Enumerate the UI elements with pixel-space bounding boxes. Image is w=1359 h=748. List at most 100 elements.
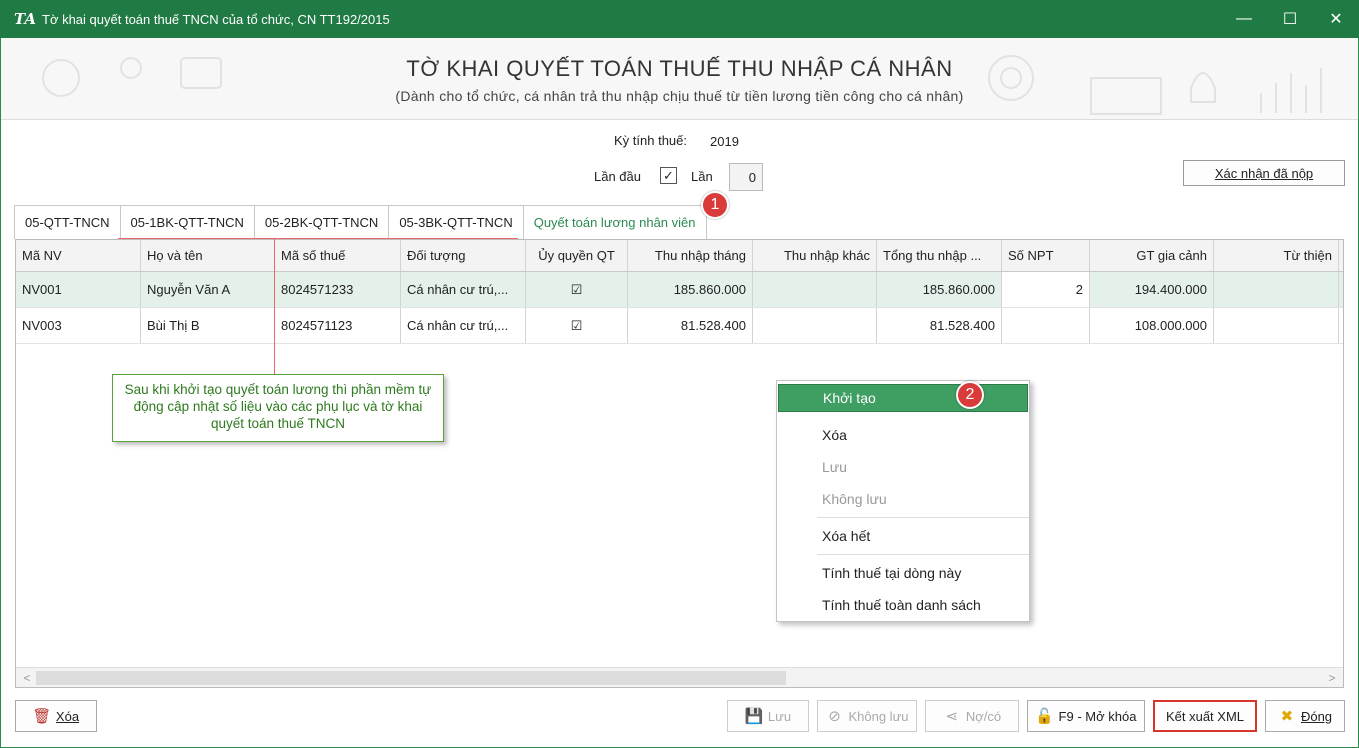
col-tu-thien[interactable]: Từ thiện (1214, 240, 1339, 271)
minimize-button[interactable]: — (1221, 0, 1267, 38)
page-title: TỜ KHAI QUYẾT TOÁN THUẾ THU NHẬP CÁ NHÂN (406, 56, 953, 81)
step-badge-2: 2 (956, 381, 984, 409)
export-xml-button[interactable]: Kết xuất XML (1153, 700, 1257, 732)
window-title: Tờ khai quyết toán thuế TNCN của tổ chức… (42, 11, 390, 27)
page-subtitle: (Dành cho tổ chức, cá nhân trả thu nhập … (395, 88, 964, 104)
cell-mst: 8024571233 (275, 272, 401, 307)
col-ho-ten[interactable]: Họ và tên (141, 240, 275, 271)
cell-gt-gia-canh: 194.400.000 (1090, 272, 1214, 307)
col-mst[interactable]: Mã số thuế (275, 240, 401, 271)
first-time-checkbox[interactable]: ✓ (660, 167, 677, 184)
cell-tu-thien (1214, 308, 1339, 343)
menu-item-initialize[interactable]: Khởi tạo (778, 384, 1028, 412)
delete-button-label: Xóa (55, 708, 80, 724)
cell-tong-thu-nhap: 81.528.400 (877, 308, 1002, 343)
discard-button-label: Không lưu (848, 708, 909, 724)
cell-ma-nv: NV003 (16, 308, 141, 343)
table-row[interactable]: NV001 Nguyễn Văn A 8024571233 Cá nhân cư… (16, 272, 1343, 308)
menu-separator (817, 554, 1029, 555)
times-input[interactable]: 0 (729, 163, 763, 191)
tab-salary-settlement[interactable]: Quyết toán lương nhân viên (522, 205, 707, 239)
employee-grid: Mã NV Họ và tên Mã số thuế Đối tượng Ủy … (15, 239, 1344, 688)
menu-item-delete-all[interactable]: Xóa hết (778, 522, 1028, 550)
export-xml-label: Kết xuất XML (1165, 708, 1245, 724)
cell-thu-nhap-thang: 185.860.000 (628, 272, 753, 307)
debt-button-label: Nợ/có (965, 708, 1002, 724)
unlock-button-label: F9 - Mở khóa (1058, 708, 1137, 724)
table-row[interactable]: NV003 Bùi Thị B 8024571123 Cá nhân cư tr… (16, 308, 1343, 344)
period-value: 2019 (710, 134, 739, 149)
times-label: Lần (691, 169, 713, 184)
close-button-label: Đóng (1300, 708, 1333, 724)
save-button-label: Lưu (767, 708, 792, 724)
window-controls: — ☐ ✕ (1221, 0, 1359, 38)
cell-thu-nhap-thang: 81.528.400 (628, 308, 753, 343)
unlock-button[interactable]: 🔓 F9 - Mở khóa (1027, 700, 1145, 732)
menu-item-calc-all[interactable]: Tính thuế toàn danh sách (778, 591, 1028, 619)
debt-button[interactable]: ⋖ Nợ/có (925, 700, 1019, 732)
confirm-submitted-label: Xác nhận đã nộp (1214, 165, 1314, 181)
context-menu: Khởi tạo Xóa Lưu Không lưu Xóa hết Tính … (776, 380, 1030, 622)
col-doi-tuong[interactable]: Đối tượng (401, 240, 526, 271)
scroll-thumb[interactable] (36, 671, 786, 685)
col-uy-quyen[interactable]: Ủy quyền QT (526, 240, 628, 271)
cell-tu-thien (1214, 272, 1339, 307)
callout-connector (274, 238, 275, 375)
bottom-toolbar: 🗑 Xóa 💾 Lưu ⊘ Không lưu ⋖ Nợ/có 🔓 F9 - M… (0, 700, 1359, 736)
cell-mst: 8024571123 (275, 308, 401, 343)
col-tong-thu-nhap[interactable]: Tổng thu nhập ... (877, 240, 1002, 271)
share-icon: ⋖ (945, 708, 959, 725)
menu-item-delete[interactable]: Xóa (778, 421, 1028, 449)
cancel-icon: ⊘ (828, 708, 841, 725)
menu-item-discard[interactable]: Không lưu (778, 485, 1028, 513)
discard-button[interactable]: ⊘ Không lưu (817, 700, 917, 732)
period-label: Kỳ tính thuế: (614, 133, 687, 148)
cell-so-npt[interactable]: 2 (1002, 272, 1090, 307)
menu-item-calc-row[interactable]: Tính thuế tại dòng này (778, 559, 1028, 587)
col-thu-nhap-thang[interactable]: Thu nhập tháng (628, 240, 753, 271)
cell-thu-nhap-khac (753, 308, 877, 343)
menu-separator (817, 517, 1029, 518)
confirm-submitted-button[interactable]: Xác nhận đã nộp (1183, 160, 1345, 186)
cell-tong-thu-nhap: 185.860.000 (877, 272, 1002, 307)
maximize-button[interactable]: ☐ (1267, 0, 1313, 38)
close-button[interactable]: ✖ Đóng (1265, 700, 1345, 732)
col-thu-nhap-khac[interactable]: Thu nhập khác (753, 240, 877, 271)
unlock-icon: 🔓 (1035, 708, 1054, 725)
title-bar: TA Tờ khai quyết toán thuế TNCN của tổ c… (0, 0, 1359, 38)
cell-ho-ten: Nguyễn Văn A (141, 272, 275, 307)
tab-05-1bk[interactable]: 05-1BK-QTT-TNCN (119, 205, 255, 239)
cell-ho-ten: Bùi Thị B (141, 308, 275, 343)
cell-so-npt[interactable] (1002, 308, 1090, 343)
cell-ma-nv: NV001 (16, 272, 141, 307)
tab-bar: 05-QTT-TNCN 05-1BK-QTT-TNCN 05-2BK-QTT-T… (14, 205, 707, 239)
cell-gt-gia-canh: 108.000.000 (1090, 308, 1214, 343)
menu-item-save[interactable]: Lưu (778, 453, 1028, 481)
close-x-icon: ✖ (1280, 708, 1294, 725)
tab-05-2bk[interactable]: 05-2BK-QTT-TNCN (253, 205, 390, 239)
cell-doi-tuong: Cá nhân cư trú,... (401, 272, 526, 307)
col-so-npt[interactable]: Số NPT (1002, 240, 1090, 271)
scroll-right-icon[interactable]: > (1324, 670, 1340, 686)
cell-thu-nhap-khac (753, 272, 877, 307)
step-badge-1: 1 (701, 191, 729, 219)
cell-uy-quyen-checkbox[interactable]: ☑ (526, 272, 628, 307)
col-gt-gia-canh[interactable]: GT gia cảnh (1090, 240, 1214, 271)
cell-uy-quyen-checkbox[interactable]: ☑ (526, 308, 628, 343)
grid-header: Mã NV Họ và tên Mã số thuế Đối tượng Ủy … (16, 240, 1343, 272)
col-ma-nv[interactable]: Mã NV (16, 240, 141, 271)
delete-button[interactable]: 🗑 Xóa (15, 700, 97, 732)
close-window-button[interactable]: ✕ (1313, 0, 1359, 38)
horizontal-scrollbar[interactable]: < > (16, 667, 1343, 687)
callout-hint: Sau khi khởi tạo quyết toán lương thì ph… (112, 374, 444, 442)
tab-05-qtt[interactable]: 05-QTT-TNCN (14, 205, 121, 239)
form-header: TỜ KHAI QUYẾT TOÁN THUẾ THU NHẬP CÁ NHÂN… (1, 38, 1358, 120)
app-logo-icon: TA (14, 10, 36, 28)
cell-doi-tuong: Cá nhân cư trú,... (401, 308, 526, 343)
first-time-label: Lần đầu (594, 169, 641, 184)
save-icon: 💾 (744, 708, 764, 725)
scroll-left-icon[interactable]: < (19, 670, 35, 686)
save-button[interactable]: 💾 Lưu (727, 700, 809, 732)
trash-icon: 🗑 (32, 708, 52, 725)
tab-05-3bk[interactable]: 05-3BK-QTT-TNCN (388, 205, 524, 239)
